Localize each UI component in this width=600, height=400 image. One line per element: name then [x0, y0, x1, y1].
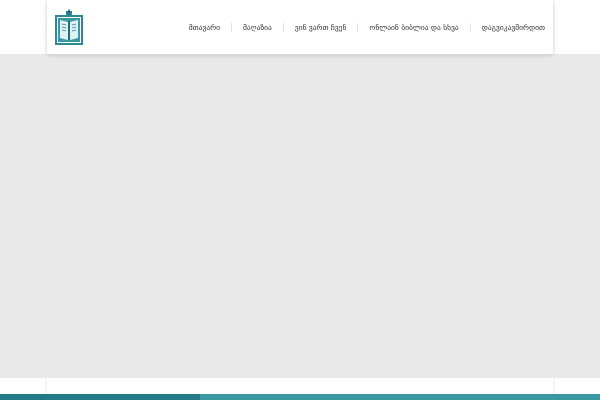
nav-item-label: დაგვიკავშირდით: [481, 22, 545, 32]
nav-separator: [282, 22, 284, 32]
nav-item-contact[interactable]: დაგვიკავშირდით: [482, 23, 545, 32]
book-logo-icon: [55, 9, 83, 45]
nav-item-label: მაღაზია: [242, 22, 272, 32]
nav-item-label: ონლაინ ბიბლია და სხვა: [369, 22, 459, 32]
hero-banner: [0, 54, 600, 378]
nav-separator: [469, 22, 471, 32]
site-header: მთავარი მაღაზია ვინ ვართ ჩვენ ონლაინ ბიბ…: [47, 0, 553, 54]
nav-separator: [357, 22, 359, 32]
nav-item-label: მთავარი: [188, 22, 220, 32]
footer-strip-dark: [0, 394, 200, 400]
site-logo[interactable]: [53, 9, 85, 47]
nav-item-home[interactable]: მთავარი: [188, 22, 232, 32]
nav-separator: [230, 22, 232, 32]
main-nav: მთავარი მაღაზია ვინ ვართ ჩვენ ონლაინ ბიბ…: [189, 0, 545, 54]
nav-item-about[interactable]: ვინ ვართ ჩვენ: [294, 22, 359, 32]
nav-item-label: ვინ ვართ ჩვენ: [294, 22, 347, 32]
nav-item-online-bible[interactable]: ონლაინ ბიბლია და სხვა: [369, 22, 471, 32]
footer-accent-strip: [0, 394, 600, 400]
nav-item-shop[interactable]: მაღაზია: [242, 22, 284, 32]
footer-strip-light: [200, 394, 600, 400]
